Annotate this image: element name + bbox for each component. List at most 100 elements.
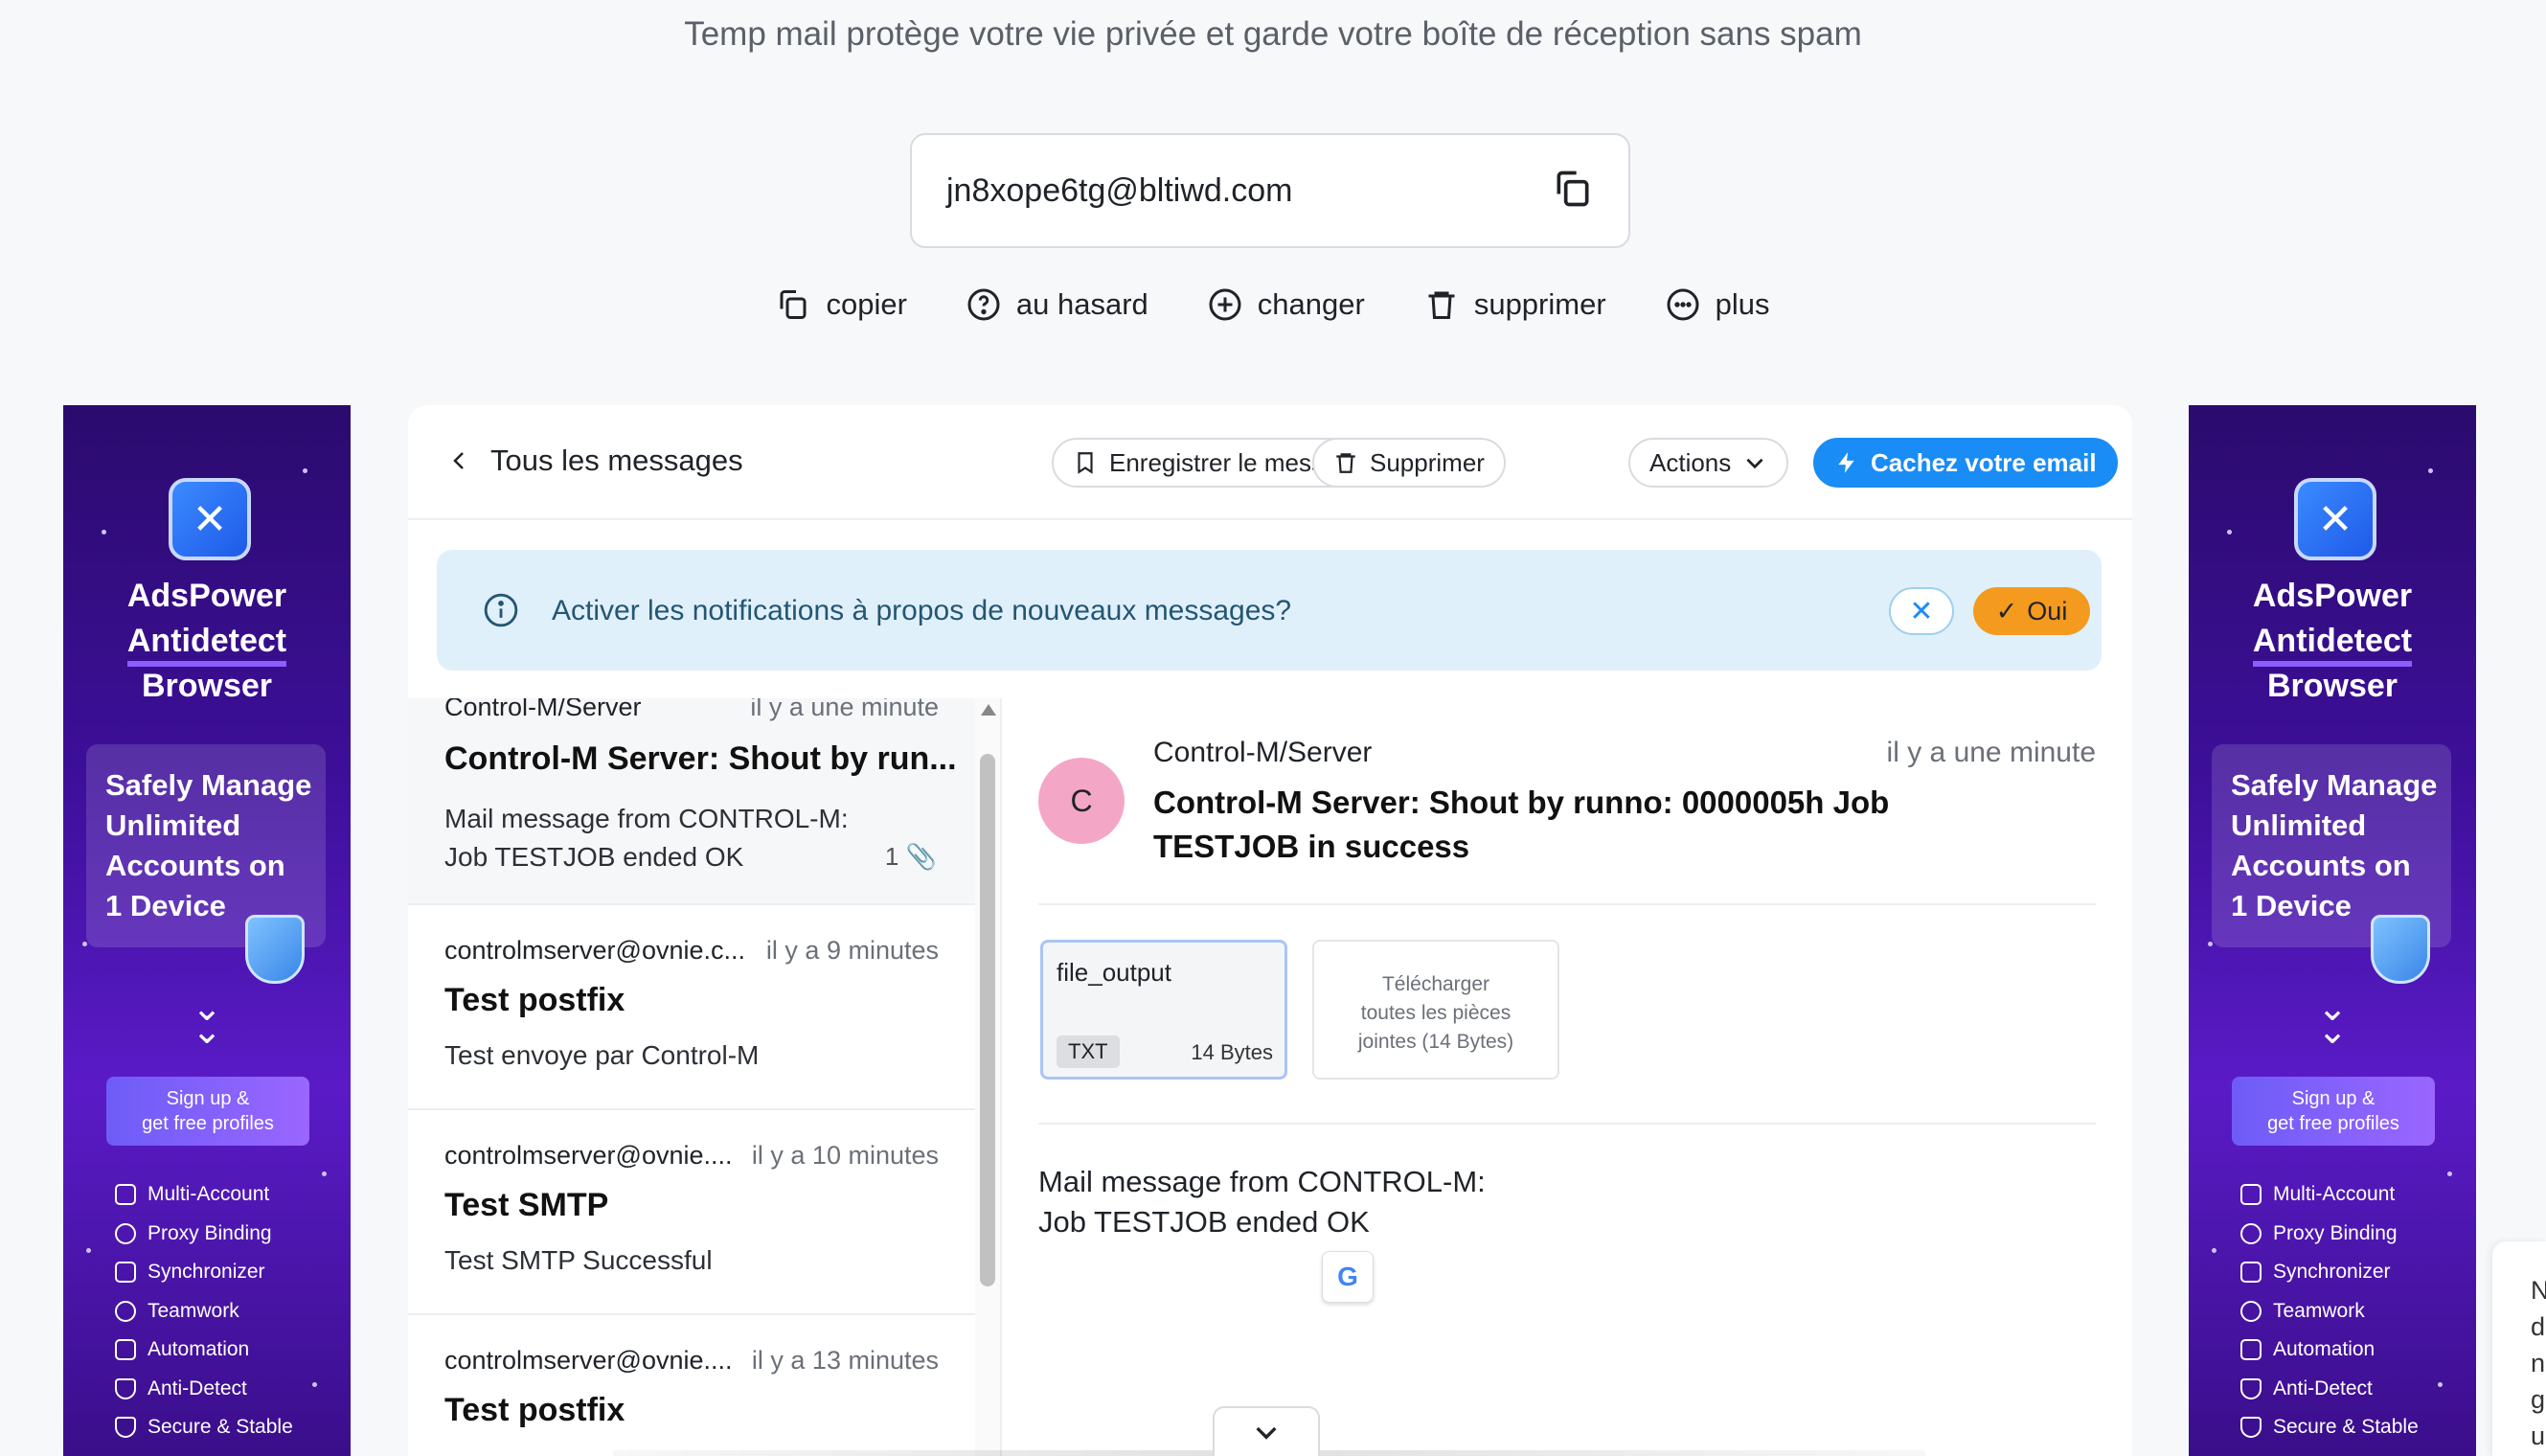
download-all-line: jointes (14 Bytes) [1357, 1031, 1514, 1053]
list-item-from: controlmserver@ovnie.c... [444, 936, 746, 965]
notification-text: Activer les notifications à propos de no… [552, 595, 1292, 626]
change-button[interactable]: changer [1208, 287, 1365, 322]
random-label: au hasard [1015, 287, 1148, 321]
list-item[interactable]: controlmserver@ovnie.... il y a 13 minut… [408, 1315, 975, 1456]
ad-brand: AdsPower Antidetect Browser [63, 574, 351, 709]
message-body-line: Mail message from CONTROL-M: [1038, 1165, 1486, 1198]
detail-time: il y a une minute [1886, 737, 2096, 768]
ad-promo-line: Accounts on [105, 849, 285, 882]
proxy-icon [2240, 1222, 2262, 1244]
ad-feature-label: Secure & Stable [148, 1416, 293, 1439]
delete-message-label: Supprimer [1370, 447, 1485, 477]
list-item[interactable]: controlmserver@ovnie.c... il y a 9 minut… [408, 905, 975, 1110]
copy-button[interactable]: copier [776, 287, 907, 322]
list-item-subject: Test postfix [444, 982, 625, 1018]
copy-icon [780, 290, 807, 319]
attachment-file[interactable]: file_output TXT 14 Bytes [1040, 940, 1287, 1080]
ad-promo-line: Safely Manage [105, 768, 312, 802]
actions-dropdown[interactable]: Actions [1628, 438, 1789, 488]
ad-feature: Anti-Detect [2240, 1370, 2419, 1409]
list-item-from: Control-M/Server [444, 698, 642, 721]
email-address[interactable]: jn8xope6tg@bltiwd.com [946, 172, 1292, 210]
change-label: changer [1257, 287, 1365, 321]
ad-banner-right[interactable]: ✕ AdsPower Antidetect Browser Safely Man… [2189, 405, 2476, 1456]
ad-feature: Anti-Detect [115, 1370, 293, 1409]
divider [1038, 1123, 2096, 1125]
ad-feature-label: Automation [2273, 1338, 2376, 1361]
adspower-logo: ✕ [2294, 478, 2376, 560]
hide-email-button[interactable]: Cachez votre email [1813, 438, 2118, 488]
download-all-button[interactable]: Télécharger toutes les pièces jointes (1… [1312, 940, 1559, 1080]
secure-icon [2240, 1417, 2262, 1439]
ad-feature-label: Anti-Detect [2273, 1376, 2373, 1399]
list-item-subject: Test postfix [444, 1392, 625, 1428]
team-icon [115, 1300, 136, 1322]
delete-button[interactable]: supprimer [1424, 287, 1606, 322]
delete-label: supprimer [1473, 287, 1606, 321]
ad-brand-line: AdsPower [126, 578, 287, 614]
secure-icon [115, 1417, 136, 1439]
ad-features: Multi-Account Proxy Binding Synchronizer… [2240, 1175, 2419, 1447]
chevrons-down-icon: ⌄ ⌄ [2317, 989, 2348, 1052]
hide-email-label: Cachez votre email [1871, 447, 2097, 477]
ad-brand-line: Antidetect [2252, 623, 2413, 667]
ad-feature-label: Multi-Account [148, 1183, 270, 1206]
ad-feature-label: Proxy Binding [148, 1221, 272, 1244]
shield-icon [115, 1377, 136, 1399]
list-item[interactable]: Control-M/Server il y a une minute Contr… [408, 698, 975, 905]
shield-icon [2240, 1377, 2262, 1399]
enable-notifications-button[interactable]: ✓ Oui [1973, 587, 2090, 635]
shield-icon [2371, 915, 2430, 984]
list-item[interactable]: controlmserver@ovnie.... il y a 10 minut… [408, 1110, 975, 1315]
ad-feature-label: Anti-Detect [148, 1376, 247, 1399]
robot-icon [115, 1339, 136, 1361]
list-item-preview-line: Job TESTJOB ended OK [444, 842, 744, 872]
sender-avatar: C [1038, 758, 1125, 844]
side-widget[interactable]: N d n g u [2492, 1241, 2546, 1456]
ad-feature: Proxy Binding [115, 1215, 293, 1254]
list-item-preview: Test envoye par Control-M [444, 1040, 760, 1070]
ad-signup-line: get free profiles [142, 1113, 274, 1134]
chevron-down-icon [1256, 1426, 1277, 1440]
attachment-size: 14 Bytes [1191, 1040, 1273, 1064]
adspower-logo: ✕ [169, 478, 251, 560]
sync-icon [2240, 1262, 2262, 1284]
random-button[interactable]: au hasard [966, 287, 1148, 322]
plus-circle-icon [1209, 288, 1241, 321]
message-list: Control-M/Server il y a une minute Contr… [408, 698, 975, 1456]
ad-brand: AdsPower Antidetect Browser [2189, 574, 2476, 709]
ad-feature-label: Multi-Account [2273, 1183, 2396, 1206]
delete-message-button[interactable]: Supprimer [1312, 438, 1506, 488]
email-address-box[interactable]: jn8xope6tg@bltiwd.com [910, 133, 1630, 248]
google-translate-icon[interactable]: G [1322, 1251, 1374, 1303]
ad-feature: Proxy Binding [2240, 1215, 2419, 1254]
ad-feature-label: Proxy Binding [2273, 1221, 2398, 1244]
divider [1038, 903, 2096, 905]
download-all-line: Télécharger [1381, 973, 1490, 995]
ad-signup-button[interactable]: Sign up & get free profiles [106, 1077, 309, 1146]
inbox-card: Tous les messages Enregistrer le message… [408, 405, 2132, 1456]
ad-brand-line: AdsPower [2252, 578, 2413, 614]
sync-icon [115, 1262, 136, 1284]
more-button[interactable]: plus [1666, 287, 1770, 322]
yes-label: Oui [2027, 596, 2068, 626]
team-icon [2240, 1300, 2262, 1322]
back-to-messages-link[interactable]: Tous les messages [448, 444, 743, 478]
list-item-preview: Mail message from CONTROL-M: Job TESTJOB… [444, 800, 849, 876]
dismiss-notification-button[interactable]: ✕ [1889, 587, 1954, 635]
chevrons-down-icon: ⌄ ⌄ [192, 989, 222, 1052]
scroll-down-button[interactable] [1213, 1406, 1320, 1456]
copy-icon[interactable] [1552, 168, 1594, 215]
ad-feature-label: Secure & Stable [2273, 1416, 2419, 1439]
ad-feature: Secure & Stable [2240, 1408, 2419, 1447]
ad-banner-left[interactable]: ✕ AdsPower Antidetect Browser Safely Man… [63, 405, 351, 1456]
ad-feature: Multi-Account [2240, 1175, 2419, 1215]
detail-subject: Control-M Server: Shout by runno: 000000… [1153, 785, 1890, 864]
ad-signup-button[interactable]: Sign up & get free profiles [2232, 1077, 2435, 1146]
side-widget-letter: d [2531, 1312, 2546, 1341]
list-item-time: il y a 10 minutes [751, 1141, 939, 1170]
list-scrollbar-thumb[interactable] [980, 754, 995, 1286]
scroll-up-arrow-icon[interactable] [981, 704, 996, 716]
ad-feature-label: Automation [148, 1338, 250, 1361]
ad-feature-label: Synchronizer [2273, 1261, 2391, 1284]
